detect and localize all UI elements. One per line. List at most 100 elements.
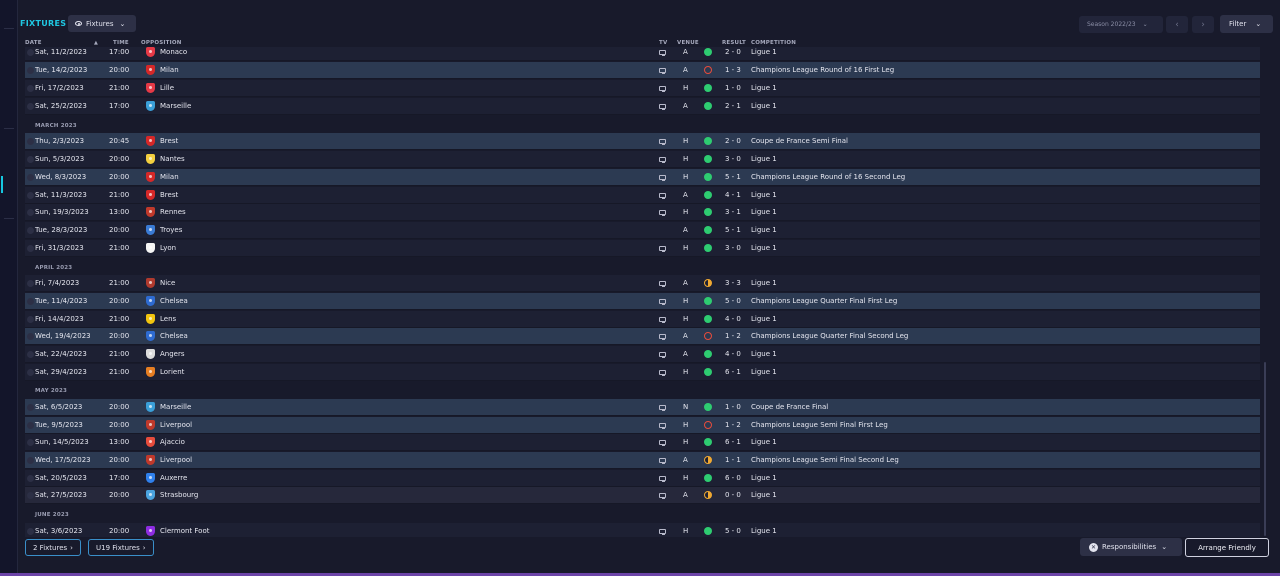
fixture-competition[interactable]: Ligue 1	[751, 155, 777, 163]
fixture-row[interactable]: Thu, 2/3/2023 20:45 Brest H 2 - 0 Coupe de Fr…	[25, 133, 1260, 150]
u19-fixtures-button[interactable]: U19 Fixtures ›	[88, 539, 154, 556]
view-dropdown[interactable]: Fixtures ⌄	[68, 15, 136, 32]
fixture-competition[interactable]: Ligue 1	[751, 226, 777, 234]
fixture-row[interactable]: Sun, 5/3/2023 20:00 Nantes H 3 - 0 Ligue 1	[25, 151, 1260, 168]
scrollbar[interactable]	[1264, 362, 1266, 536]
select-row-radio[interactable]	[27, 298, 34, 305]
select-row-radio[interactable]	[27, 209, 34, 216]
fixtures-list[interactable]: Sat, 11/2/2023 17:00 Monaco A 2 - 0 Ligue 1 Tu…	[25, 47, 1260, 537]
select-row-radio[interactable]	[27, 49, 34, 56]
fixture-row[interactable]: Fri, 14/4/2023 21:00 Lens H 4 - 0 Ligue 1	[25, 311, 1260, 328]
opposition-name[interactable]: Brest	[160, 191, 178, 199]
select-row-radio[interactable]	[27, 192, 34, 199]
select-row-radio[interactable]	[27, 103, 34, 110]
fixture-row[interactable]: Sat, 6/5/2023 20:00 Marseille N 1 - 0 Coupe d…	[25, 399, 1260, 416]
column-header-time[interactable]: TIME	[113, 40, 129, 46]
fixture-row[interactable]: Sat, 3/6/2023 20:00 Clermont Foot H 5 - 0 Lig…	[25, 523, 1260, 537]
fixture-row[interactable]: Fri, 17/2/2023 21:00 Lille H 1 - 0 Ligue 1	[25, 80, 1260, 97]
fixture-competition[interactable]: Ligue 1	[751, 350, 777, 358]
fixture-row[interactable]: Wed, 8/3/2023 20:00 Milan H 5 - 1 Champions L…	[25, 169, 1260, 186]
sort-ascending-icon[interactable]: ▲	[94, 40, 98, 46]
fixture-row[interactable]: Sun, 14/5/2023 13:00 Ajaccio H 6 - 1 Ligue 1	[25, 434, 1260, 451]
select-row-radio[interactable]	[27, 369, 34, 376]
fixture-competition[interactable]: Ligue 1	[751, 527, 777, 535]
column-header-competition[interactable]: COMPETITION	[751, 40, 796, 46]
two-fixtures-button[interactable]: 2 Fixtures ›	[25, 539, 81, 556]
select-row-radio[interactable]	[27, 138, 34, 145]
season-dropdown[interactable]: Season 2022/23 ⌄	[1079, 16, 1163, 33]
opposition-name[interactable]: Chelsea	[160, 332, 188, 340]
opposition-name[interactable]: Clermont Foot	[160, 527, 210, 535]
opposition-name[interactable]: Nice	[160, 279, 175, 287]
select-row-radio[interactable]	[27, 333, 34, 340]
fixture-competition[interactable]: Ligue 1	[751, 244, 777, 252]
fixture-row[interactable]: Wed, 19/4/2023 20:00 Chelsea A 1 - 2 Champion…	[25, 328, 1260, 345]
fixture-competition[interactable]: Ligue 1	[751, 474, 777, 482]
opposition-name[interactable]: Liverpool	[160, 421, 192, 429]
fixture-competition[interactable]: Ligue 1	[751, 491, 777, 499]
fixture-row[interactable]: Sun, 19/3/2023 13:00 Rennes H 3 - 1 Ligue 1	[25, 204, 1260, 221]
fixture-competition[interactable]: Ligue 1	[751, 208, 777, 216]
fixture-competition[interactable]: Ligue 1	[751, 48, 777, 56]
arrange-friendly-button[interactable]: Arrange Friendly	[1185, 538, 1269, 557]
fixture-row[interactable]: Sat, 29/4/2023 21:00 Lorient H 6 - 1 Ligue 1	[25, 364, 1260, 381]
next-button[interactable]: ›	[1192, 16, 1214, 33]
opposition-name[interactable]: Liverpool	[160, 456, 192, 464]
opposition-name[interactable]: Lens	[160, 315, 176, 323]
fixture-competition[interactable]: Ligue 1	[751, 279, 777, 287]
opposition-name[interactable]: Lyon	[160, 244, 176, 252]
opposition-name[interactable]: Marseille	[160, 403, 191, 411]
fixture-row[interactable]: Wed, 17/5/2023 20:00 Liverpool A 1 - 1 Champi…	[25, 452, 1260, 469]
opposition-name[interactable]: Rennes	[160, 208, 186, 216]
column-header-venue[interactable]: VENUE	[677, 40, 699, 46]
opposition-name[interactable]: Lille	[160, 84, 174, 92]
opposition-name[interactable]: Milan	[160, 66, 179, 74]
fixture-competition[interactable]: Champions League Semi Final First Leg	[751, 421, 888, 429]
select-row-radio[interactable]	[27, 457, 34, 464]
opposition-name[interactable]: Chelsea	[160, 297, 188, 305]
select-row-radio[interactable]	[27, 475, 34, 482]
fixture-row[interactable]: Tue, 9/5/2023 20:00 Liverpool H 1 - 2 Champio…	[25, 417, 1260, 434]
fixture-row[interactable]: Sat, 22/4/2023 21:00 Angers A 4 - 0 Ligue 1	[25, 346, 1260, 363]
select-row-radio[interactable]	[27, 67, 34, 74]
opposition-name[interactable]: Marseille	[160, 102, 191, 110]
select-row-radio[interactable]	[27, 316, 34, 323]
fixture-competition[interactable]: Ligue 1	[751, 102, 777, 110]
opposition-name[interactable]: Nantes	[160, 155, 185, 163]
opposition-name[interactable]: Angers	[160, 350, 185, 358]
fixture-row[interactable]: Sat, 27/5/2023 20:00 Strasbourg A 0 - 0 Ligue…	[25, 487, 1260, 504]
opposition-name[interactable]: Milan	[160, 173, 179, 181]
select-row-radio[interactable]	[27, 280, 34, 287]
fixture-competition[interactable]: Coupe de France Final	[751, 403, 828, 411]
opposition-name[interactable]: Brest	[160, 137, 178, 145]
fixture-row[interactable]: Sat, 11/2/2023 17:00 Monaco A 2 - 0 Ligue 1	[25, 47, 1260, 61]
opposition-name[interactable]: Auxerre	[160, 474, 187, 482]
fixture-competition[interactable]: Champions League Round of 16 Second Leg	[751, 173, 905, 181]
column-header-result[interactable]: RESULT	[722, 40, 746, 46]
select-row-radio[interactable]	[27, 156, 34, 163]
fixture-competition[interactable]: Champions League Quarter Final First Leg	[751, 297, 897, 305]
column-header-tv[interactable]: TV	[659, 40, 667, 46]
opposition-name[interactable]: Lorient	[160, 368, 184, 376]
column-header-opposition[interactable]: OPPOSITION	[141, 40, 182, 46]
fixture-row[interactable]: Tue, 11/4/2023 20:00 Chelsea H 5 - 0 Champion…	[25, 293, 1260, 310]
fixture-row[interactable]: Tue, 14/2/2023 20:00 Milan A 1 - 3 Champions …	[25, 62, 1260, 79]
select-row-radio[interactable]	[27, 85, 34, 92]
fixture-row[interactable]: Sat, 20/5/2023 17:00 Auxerre H 6 - 0 Ligue 1	[25, 470, 1260, 487]
fixture-competition[interactable]: Coupe de France Semi Final	[751, 137, 848, 145]
previous-button[interactable]: ‹	[1166, 16, 1188, 33]
column-header-date[interactable]: DATE	[25, 40, 42, 46]
fixture-competition[interactable]: Ligue 1	[751, 438, 777, 446]
select-row-radio[interactable]	[27, 174, 34, 181]
select-row-radio[interactable]	[27, 439, 34, 446]
fixture-row[interactable]: Sat, 11/3/2023 21:00 Brest A 4 - 1 Ligue 1	[25, 187, 1260, 204]
fixture-competition[interactable]: Ligue 1	[751, 191, 777, 199]
fixture-competition[interactable]: Champions League Round of 16 First Leg	[751, 66, 894, 74]
fixture-row[interactable]: Sat, 25/2/2023 17:00 Marseille A 2 - 1 Ligue …	[25, 98, 1260, 115]
opposition-name[interactable]: Troyes	[160, 226, 182, 234]
select-row-radio[interactable]	[27, 227, 34, 234]
fixture-row[interactable]: Fri, 31/3/2023 21:00 Lyon H 3 - 0 Ligue 1	[25, 240, 1260, 257]
fixture-competition[interactable]: Ligue 1	[751, 315, 777, 323]
filter-button[interactable]: Filter ⌄	[1220, 15, 1273, 33]
fixture-competition[interactable]: Champions League Semi Final Second Leg	[751, 456, 899, 464]
